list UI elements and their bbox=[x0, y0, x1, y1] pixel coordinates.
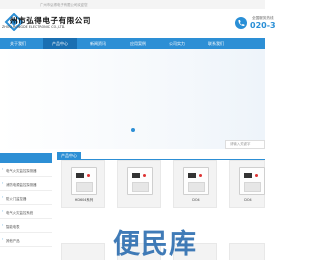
company-name-english: ZHOU HONGDE ELECTRONIC CO.,LTD. bbox=[2, 25, 66, 29]
sidebar-item[interactable]: › 消防电源监控探测器 bbox=[0, 177, 52, 191]
chevron-right-icon: › bbox=[2, 181, 4, 185]
phone-icon bbox=[235, 17, 247, 29]
sidebar-item-label: 智能电表 bbox=[6, 224, 20, 229]
product-card[interactable] bbox=[229, 243, 265, 260]
product-image bbox=[127, 167, 153, 195]
product-card[interactable] bbox=[117, 160, 161, 208]
sidebar-item[interactable]: › 智能电表 bbox=[0, 219, 52, 233]
sidebar-item[interactable]: › 防火门监控器 bbox=[0, 191, 52, 205]
chevron-right-icon: › bbox=[2, 209, 4, 213]
product-card[interactable] bbox=[61, 243, 105, 260]
chevron-right-icon: › bbox=[2, 195, 4, 199]
chevron-right-icon: › bbox=[2, 237, 4, 241]
sidebar-item[interactable]: › 电气火灾监控探测器 bbox=[0, 163, 52, 177]
product-card[interactable]: DO4 bbox=[229, 160, 265, 208]
product-image bbox=[239, 167, 265, 195]
top-bar: 广州市弘得电子有限公司欢迎您 bbox=[0, 0, 265, 9]
sidebar-item-label: 防火门监控器 bbox=[6, 196, 27, 201]
carousel-dot-active[interactable] bbox=[131, 128, 135, 132]
sidebar-item[interactable]: › 其他产品 bbox=[0, 233, 52, 247]
product-image bbox=[71, 167, 97, 195]
products-section-title: 产品中心 bbox=[57, 152, 81, 160]
sidebar-item-label: 电气火灾监控探测器 bbox=[6, 168, 37, 173]
nav-item-about[interactable]: 关于我们 bbox=[3, 38, 33, 49]
search-input[interactable]: 请输入关键字 bbox=[225, 140, 265, 149]
product-image bbox=[183, 167, 209, 195]
sidebar-item-label: 电气火灾监控系统 bbox=[6, 210, 34, 215]
sidebar-item-label: 其他产品 bbox=[6, 238, 20, 243]
product-label: DO4 bbox=[192, 198, 200, 202]
main-nav: 关于我们 产品中心 新闻资讯 应用案例 公司实力 联系我们 bbox=[0, 38, 265, 49]
nav-item-products[interactable]: 产品中心 bbox=[43, 38, 77, 49]
product-label: HD604系列 bbox=[74, 198, 94, 202]
products-section-rule bbox=[57, 152, 265, 160]
nav-item-cases[interactable]: 应用案例 bbox=[122, 38, 154, 49]
nav-item-news[interactable]: 新闻资讯 bbox=[82, 38, 114, 49]
chevron-right-icon: › bbox=[2, 223, 4, 227]
watermark-text: 便民库 bbox=[113, 229, 197, 260]
sidebar-header bbox=[0, 153, 52, 163]
sidebar-item-label: 消防电源监控探测器 bbox=[6, 182, 37, 187]
welcome-text: 广州市弘得电子有限公司欢迎您 bbox=[40, 3, 88, 7]
chevron-right-icon: › bbox=[2, 167, 4, 171]
sidebar-item[interactable]: › 电气火灾监控系统 bbox=[0, 205, 52, 219]
hero-banner bbox=[0, 49, 265, 149]
hotline-number: 020-3 bbox=[250, 21, 276, 30]
nav-item-contact[interactable]: 联系我们 bbox=[200, 38, 232, 49]
product-card[interactable]: DO4 bbox=[173, 160, 217, 208]
product-label: DO4 bbox=[244, 198, 252, 202]
nav-item-strength[interactable]: 公司实力 bbox=[161, 38, 193, 49]
product-card[interactable]: HD604系列 bbox=[61, 160, 105, 208]
